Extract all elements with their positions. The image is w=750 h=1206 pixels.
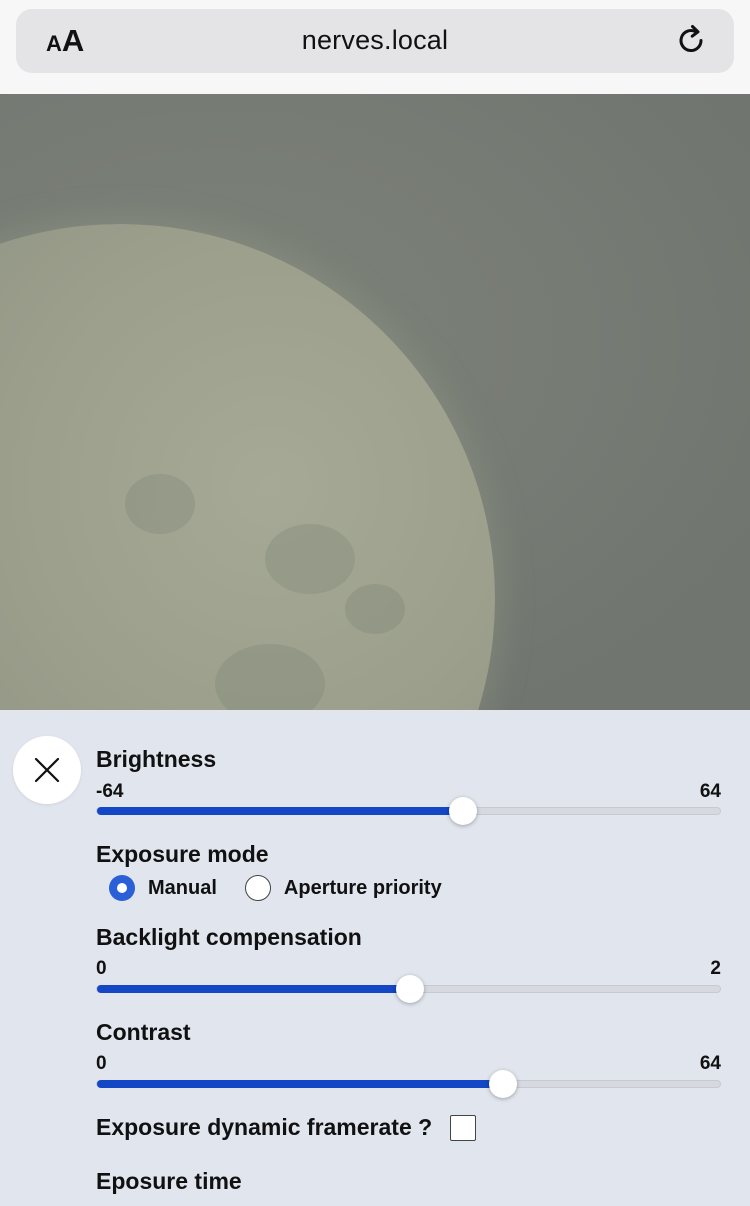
contrast-min: 0 — [96, 1053, 107, 1074]
contrast-slider[interactable] — [96, 1070, 721, 1098]
reload-icon[interactable] — [674, 23, 710, 59]
manual-radio-label[interactable]: Manual — [148, 877, 217, 900]
contrast-slider-thumb[interactable] — [489, 1070, 518, 1098]
brightness-max: 64 — [699, 781, 721, 802]
brightness-slider-fill — [97, 807, 463, 815]
close-icon — [34, 757, 60, 783]
backlight-compensation-slider-thumb[interactable] — [395, 975, 424, 1003]
contrast-slider-fill — [97, 1080, 504, 1088]
backlight-compensation-slider-fill — [97, 985, 410, 993]
exposure-time-label: Eposure time — [96, 1168, 242, 1194]
brightness-min: -64 — [96, 781, 124, 802]
browser-toolbar: A A nerves.local — [0, 0, 750, 94]
brightness-slider-thumb[interactable] — [448, 797, 477, 825]
contrast-label: Contrast — [96, 1019, 191, 1045]
exposure-mode-label: Exposure mode — [96, 841, 269, 867]
backlight-compensation-slider[interactable] — [96, 975, 721, 1003]
camera-preview — [0, 94, 750, 710]
brightness-slider[interactable] — [96, 797, 721, 825]
camera-settings-panel: Brightness -64 64 Exposure mode Manual A… — [0, 710, 750, 1206]
backlight-compensation-label: Backlight compensation — [96, 924, 362, 950]
address-bar[interactable]: A A nerves.local — [16, 9, 734, 73]
exposure-dynamic-framerate-label: Exposure dynamic framerate ? — [96, 1114, 433, 1140]
backlight-compensation-min: 0 — [96, 958, 107, 979]
backlight-compensation-max: 2 — [710, 958, 721, 979]
moon-image — [0, 224, 495, 710]
url-text[interactable]: nerves.local — [16, 25, 734, 56]
aperture-priority-radio[interactable] — [244, 875, 271, 901]
close-button[interactable] — [13, 736, 81, 804]
brightness-label: Brightness — [96, 746, 217, 772]
exposure-mode-radio-group: Manual Aperture priority — [109, 874, 470, 902]
aperture-priority-radio-label[interactable]: Aperture priority — [284, 877, 442, 900]
exposure-dynamic-framerate-checkbox[interactable] — [450, 1115, 476, 1141]
contrast-max: 64 — [699, 1053, 721, 1074]
manual-radio[interactable] — [109, 875, 135, 901]
